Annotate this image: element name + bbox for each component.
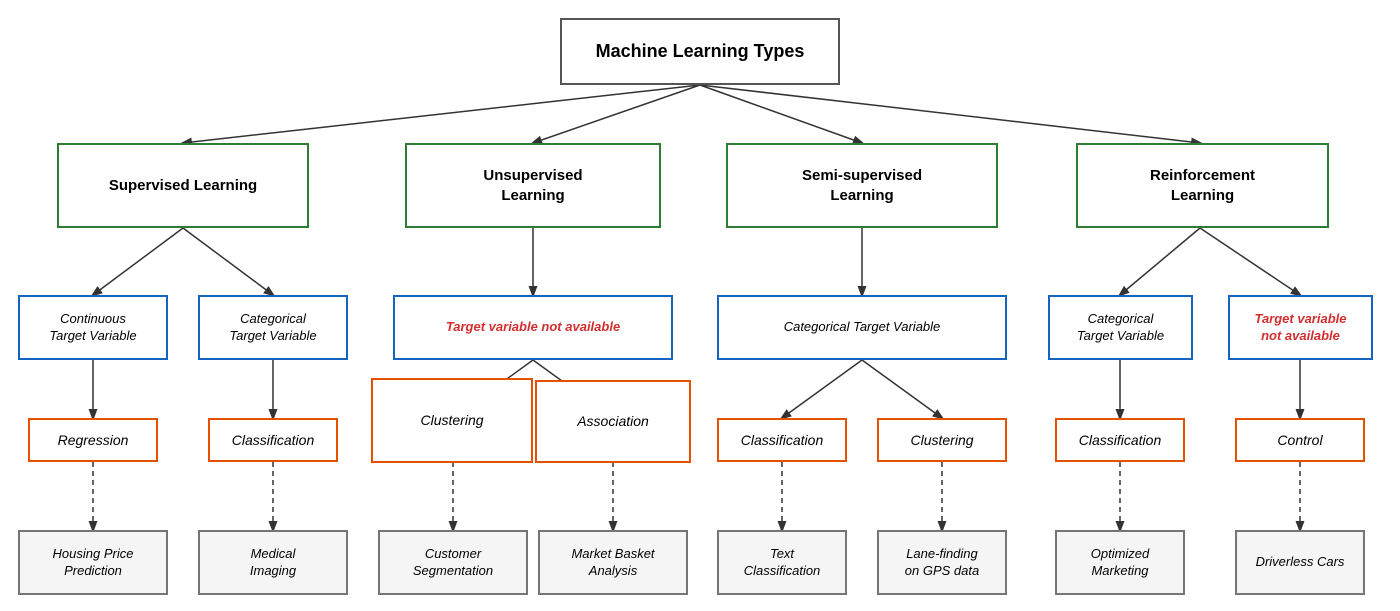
classification-reinf-node: Classification <box>1055 418 1185 462</box>
classification-sup-node: Classification <box>208 418 338 462</box>
target-not-avail-reinf-node: Target variablenot available <box>1228 295 1373 360</box>
categorical-reinf-label: CategoricalTarget Variable <box>1077 311 1164 345</box>
customer-label: CustomerSegmentation <box>413 546 493 580</box>
clustering-semi-node: Clustering <box>877 418 1007 462</box>
root-label: Machine Learning Types <box>596 40 805 63</box>
classification-sup-label: Classification <box>232 431 314 449</box>
text-class-label: TextClassification <box>744 546 821 580</box>
continuous-label: ContinuousTarget Variable <box>49 311 136 345</box>
medical-node: MedicalImaging <box>198 530 348 595</box>
market-label: Market BasketAnalysis <box>571 546 654 580</box>
medical-label: MedicalImaging <box>250 546 296 580</box>
control-label: Control <box>1277 431 1322 449</box>
driverless-label: Driverless Cars <box>1256 554 1345 571</box>
categorical-reinf-node: CategoricalTarget Variable <box>1048 295 1193 360</box>
clustering-unsup-node: Clustering <box>371 378 533 463</box>
semi-node: Semi-supervisedLearning <box>726 143 998 228</box>
clustering-semi-label: Clustering <box>910 431 973 449</box>
root-node: Machine Learning Types <box>560 18 840 85</box>
lane-label: Lane-findingon GPS data <box>905 546 979 580</box>
ml-diagram: Machine Learning Types Supervised Learni… <box>0 0 1400 611</box>
categorical-semi-label: Categorical Target Variable <box>784 319 941 336</box>
regression-node: Regression <box>28 418 158 462</box>
supervised-label: Supervised Learning <box>109 176 257 196</box>
driverless-node: Driverless Cars <box>1235 530 1365 595</box>
market-node: Market BasketAnalysis <box>538 530 688 595</box>
unsupervised-label: UnsupervisedLearning <box>483 166 582 205</box>
customer-node: CustomerSegmentation <box>378 530 528 595</box>
clustering-unsup-label: Clustering <box>420 411 483 429</box>
reinforcement-label: ReinforcementLearning <box>1150 166 1255 205</box>
lane-node: Lane-findingon GPS data <box>877 530 1007 595</box>
target-not-avail-unsup-node: Target variable not available <box>393 295 673 360</box>
housing-node: Housing PricePrediction <box>18 530 168 595</box>
optimized-node: OptimizedMarketing <box>1055 530 1185 595</box>
categorical-sup-label: CategoricalTarget Variable <box>229 311 316 345</box>
supervised-node: Supervised Learning <box>57 143 309 228</box>
unsupervised-node: UnsupervisedLearning <box>405 143 661 228</box>
regression-label: Regression <box>58 431 129 449</box>
classification-reinf-label: Classification <box>1079 431 1161 449</box>
association-label: Association <box>577 412 649 430</box>
housing-label: Housing PricePrediction <box>53 546 134 580</box>
control-node: Control <box>1235 418 1365 462</box>
classification-semi-label: Classification <box>741 431 823 449</box>
semi-label: Semi-supervisedLearning <box>802 166 922 205</box>
continuous-node: ContinuousTarget Variable <box>18 295 168 360</box>
categorical-semi-node: Categorical Target Variable <box>717 295 1007 360</box>
reinforcement-node: ReinforcementLearning <box>1076 143 1329 228</box>
target-not-avail-unsup-label: Target variable not available <box>446 319 620 336</box>
target-not-avail-reinf-label: Target variablenot available <box>1254 311 1346 345</box>
optimized-label: OptimizedMarketing <box>1091 546 1150 580</box>
classification-semi-node: Classification <box>717 418 847 462</box>
association-node: Association <box>535 380 691 463</box>
text-class-node: TextClassification <box>717 530 847 595</box>
categorical-sup-node: CategoricalTarget Variable <box>198 295 348 360</box>
